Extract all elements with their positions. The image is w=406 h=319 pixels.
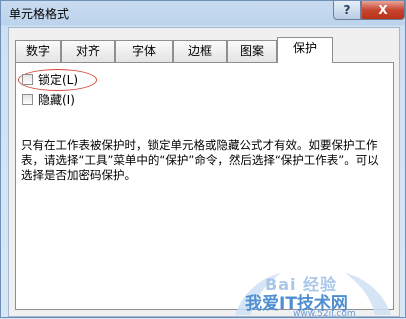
- tab-number[interactable]: 数字: [15, 40, 61, 62]
- locked-label: 锁定(L): [38, 73, 79, 87]
- tab-alignment[interactable]: 对齐: [61, 40, 115, 62]
- hidden-checkbox[interactable]: [22, 94, 33, 105]
- locked-checkbox[interactable]: [22, 74, 33, 85]
- watermark: Bai 经验 我爱IT技术网 www.52ij.com: [223, 269, 403, 319]
- title-bar[interactable]: 单元格格式 ? X: [1, 1, 405, 25]
- format-cells-dialog: 单元格格式 ? X 数字 对齐 字体 边框 图案 保护 锁定(L) 隐藏(I) …: [0, 0, 406, 319]
- close-button[interactable]: X: [361, 1, 405, 20]
- window-title: 单元格格式: [9, 7, 70, 21]
- tab-font[interactable]: 字体: [115, 40, 173, 62]
- tab-protection[interactable]: 保护: [277, 37, 333, 63]
- protection-description: 只有在工作表被保护时，锁定单元格或隐藏公式才有效。如要保护工作表，请选择“工具”…: [21, 138, 379, 182]
- hidden-label: 隐藏(I): [38, 93, 75, 107]
- tab-patterns[interactable]: 图案: [227, 40, 277, 62]
- tab-border[interactable]: 边框: [173, 40, 227, 62]
- help-button[interactable]: ?: [333, 1, 361, 20]
